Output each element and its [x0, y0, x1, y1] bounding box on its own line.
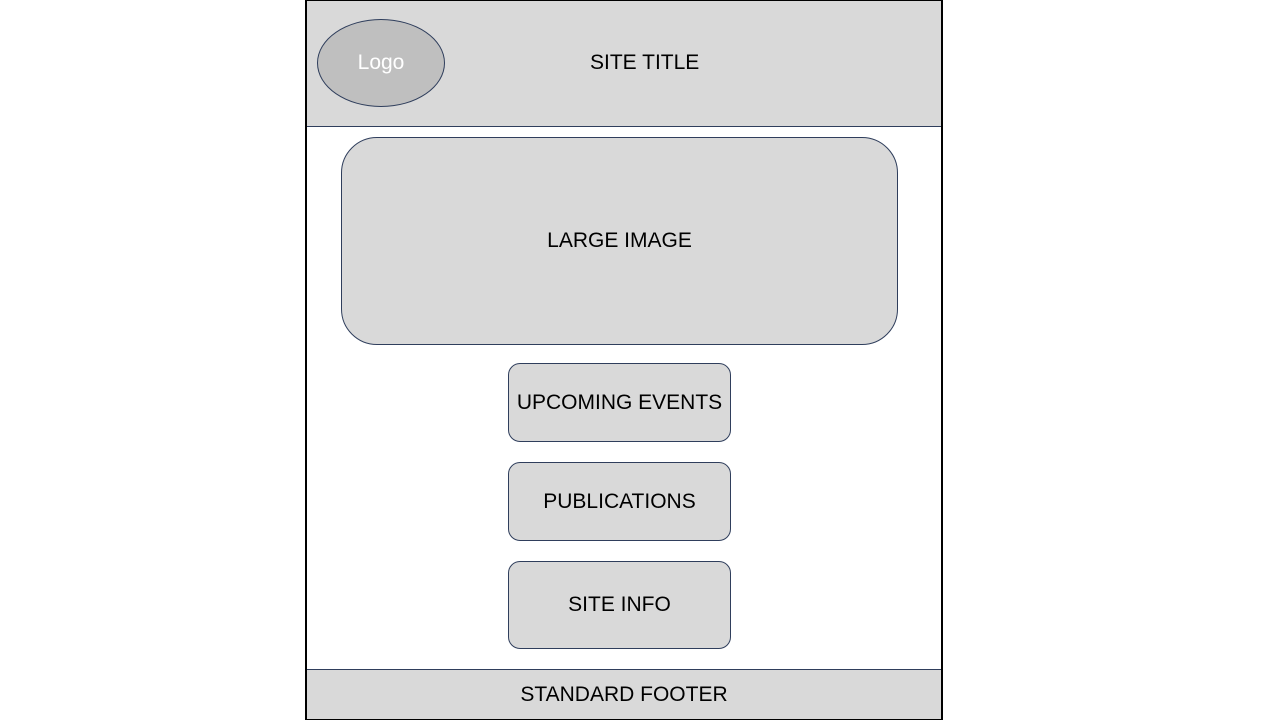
upcoming-events-label: UPCOMING EVENTS — [516, 390, 723, 414]
publications-label: PUBLICATIONS — [543, 489, 696, 513]
logo-label: Logo — [357, 51, 405, 74]
logo[interactable]: Logo — [317, 19, 445, 107]
site-info-label: SITE INFO — [568, 593, 671, 616]
large-image-label: LARGE IMAGE — [547, 229, 692, 252]
site-info-button[interactable]: SITE INFO — [508, 561, 731, 649]
site-header: Logo SITE TITLE — [307, 1, 941, 127]
page-wireframe: Logo SITE TITLE LARGE IMAGE UPCOMING EVE… — [305, 0, 943, 720]
site-title: SITE TITLE — [590, 51, 700, 74]
site-footer: STANDARD FOOTER — [307, 669, 941, 719]
footer-label: STANDARD FOOTER — [520, 682, 728, 706]
publications-button[interactable]: PUBLICATIONS — [508, 462, 731, 541]
upcoming-events-button[interactable]: UPCOMING EVENTS — [508, 363, 731, 442]
large-image: LARGE IMAGE — [341, 137, 898, 345]
